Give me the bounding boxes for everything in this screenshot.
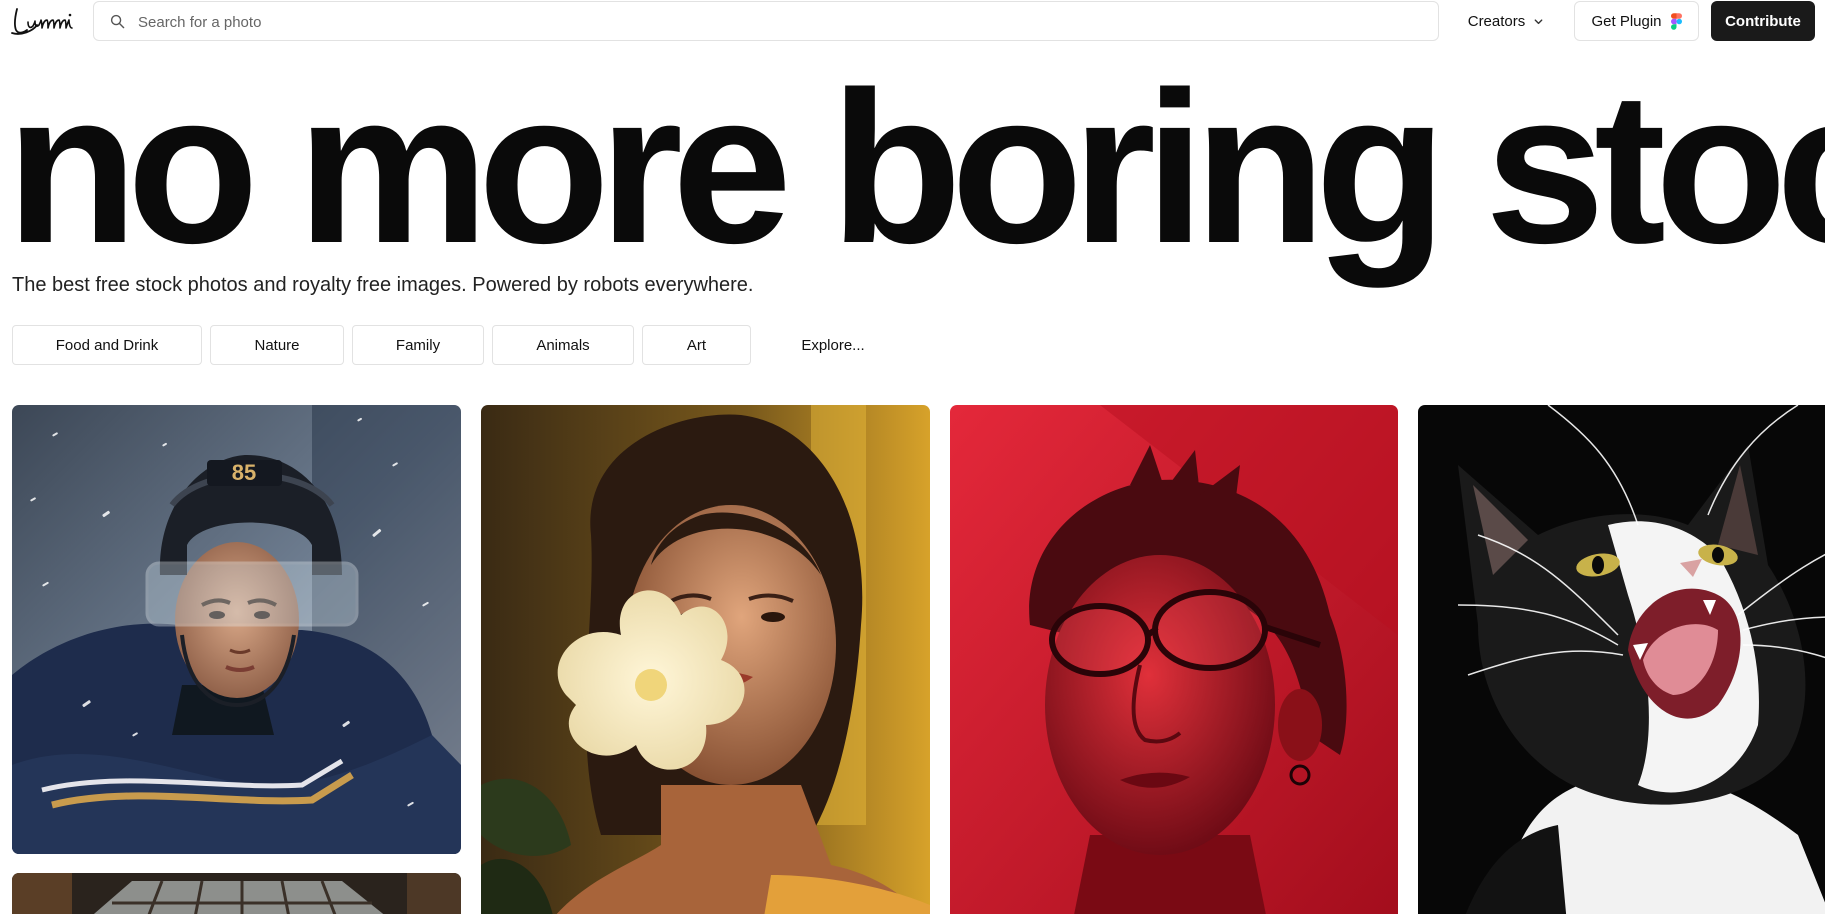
category-nature[interactable]: Nature — [210, 325, 344, 365]
hockey-player-image: 85 — [12, 405, 461, 854]
hero-title: no more boring stock — [6, 46, 1825, 288]
woman-flower-image — [481, 405, 930, 914]
get-plugin-label: Get Plugin — [1591, 12, 1662, 30]
get-plugin-button[interactable]: Get Plugin — [1574, 1, 1699, 41]
photo-card-woman-flower[interactable] — [481, 405, 930, 914]
figma-icon — [1670, 12, 1682, 30]
category-art[interactable]: Art — [642, 325, 751, 365]
interior-image — [12, 873, 461, 914]
search-icon — [110, 14, 125, 29]
category-animals[interactable]: Animals — [492, 325, 634, 365]
category-food-and-drink[interactable]: Food and Drink — [12, 325, 202, 365]
search-bar[interactable] — [93, 1, 1439, 41]
category-explore[interactable]: Explore... — [770, 325, 896, 365]
logo-icon — [11, 8, 73, 35]
category-label: Explore... — [801, 336, 865, 354]
top-bar: Creators Get Plugin Contribute — [0, 0, 1825, 42]
lummi-logo[interactable] — [11, 3, 83, 39]
contribute-button[interactable]: Contribute — [1711, 1, 1815, 41]
contribute-label: Contribute — [1725, 12, 1801, 30]
man-red-image — [950, 405, 1398, 914]
category-label: Family — [395, 336, 441, 354]
hero-subtitle: The best free stock photos and royalty f… — [12, 274, 754, 296]
jersey-number: 85 — [232, 460, 256, 485]
photo-card-cat[interactable] — [1418, 405, 1825, 914]
page: Creators Get Plugin Contribute no more b… — [0, 0, 1825, 914]
cat-image — [1418, 405, 1825, 914]
chevron-down-icon — [1534, 18, 1543, 24]
photo-card-hockey-player[interactable]: 85 — [12, 405, 461, 854]
category-label: Food and Drink — [55, 336, 159, 354]
category-label: Nature — [254, 336, 300, 354]
photo-card-man-red[interactable] — [950, 405, 1398, 914]
photo-card-interior[interactable] — [12, 873, 461, 914]
category-label: Art — [686, 336, 707, 354]
category-family[interactable]: Family — [352, 325, 484, 365]
search-input[interactable] — [138, 10, 1418, 34]
category-label: Animals — [536, 336, 590, 354]
creators-label: Creators — [1467, 12, 1526, 30]
creators-dropdown[interactable]: Creators — [1452, 5, 1560, 37]
